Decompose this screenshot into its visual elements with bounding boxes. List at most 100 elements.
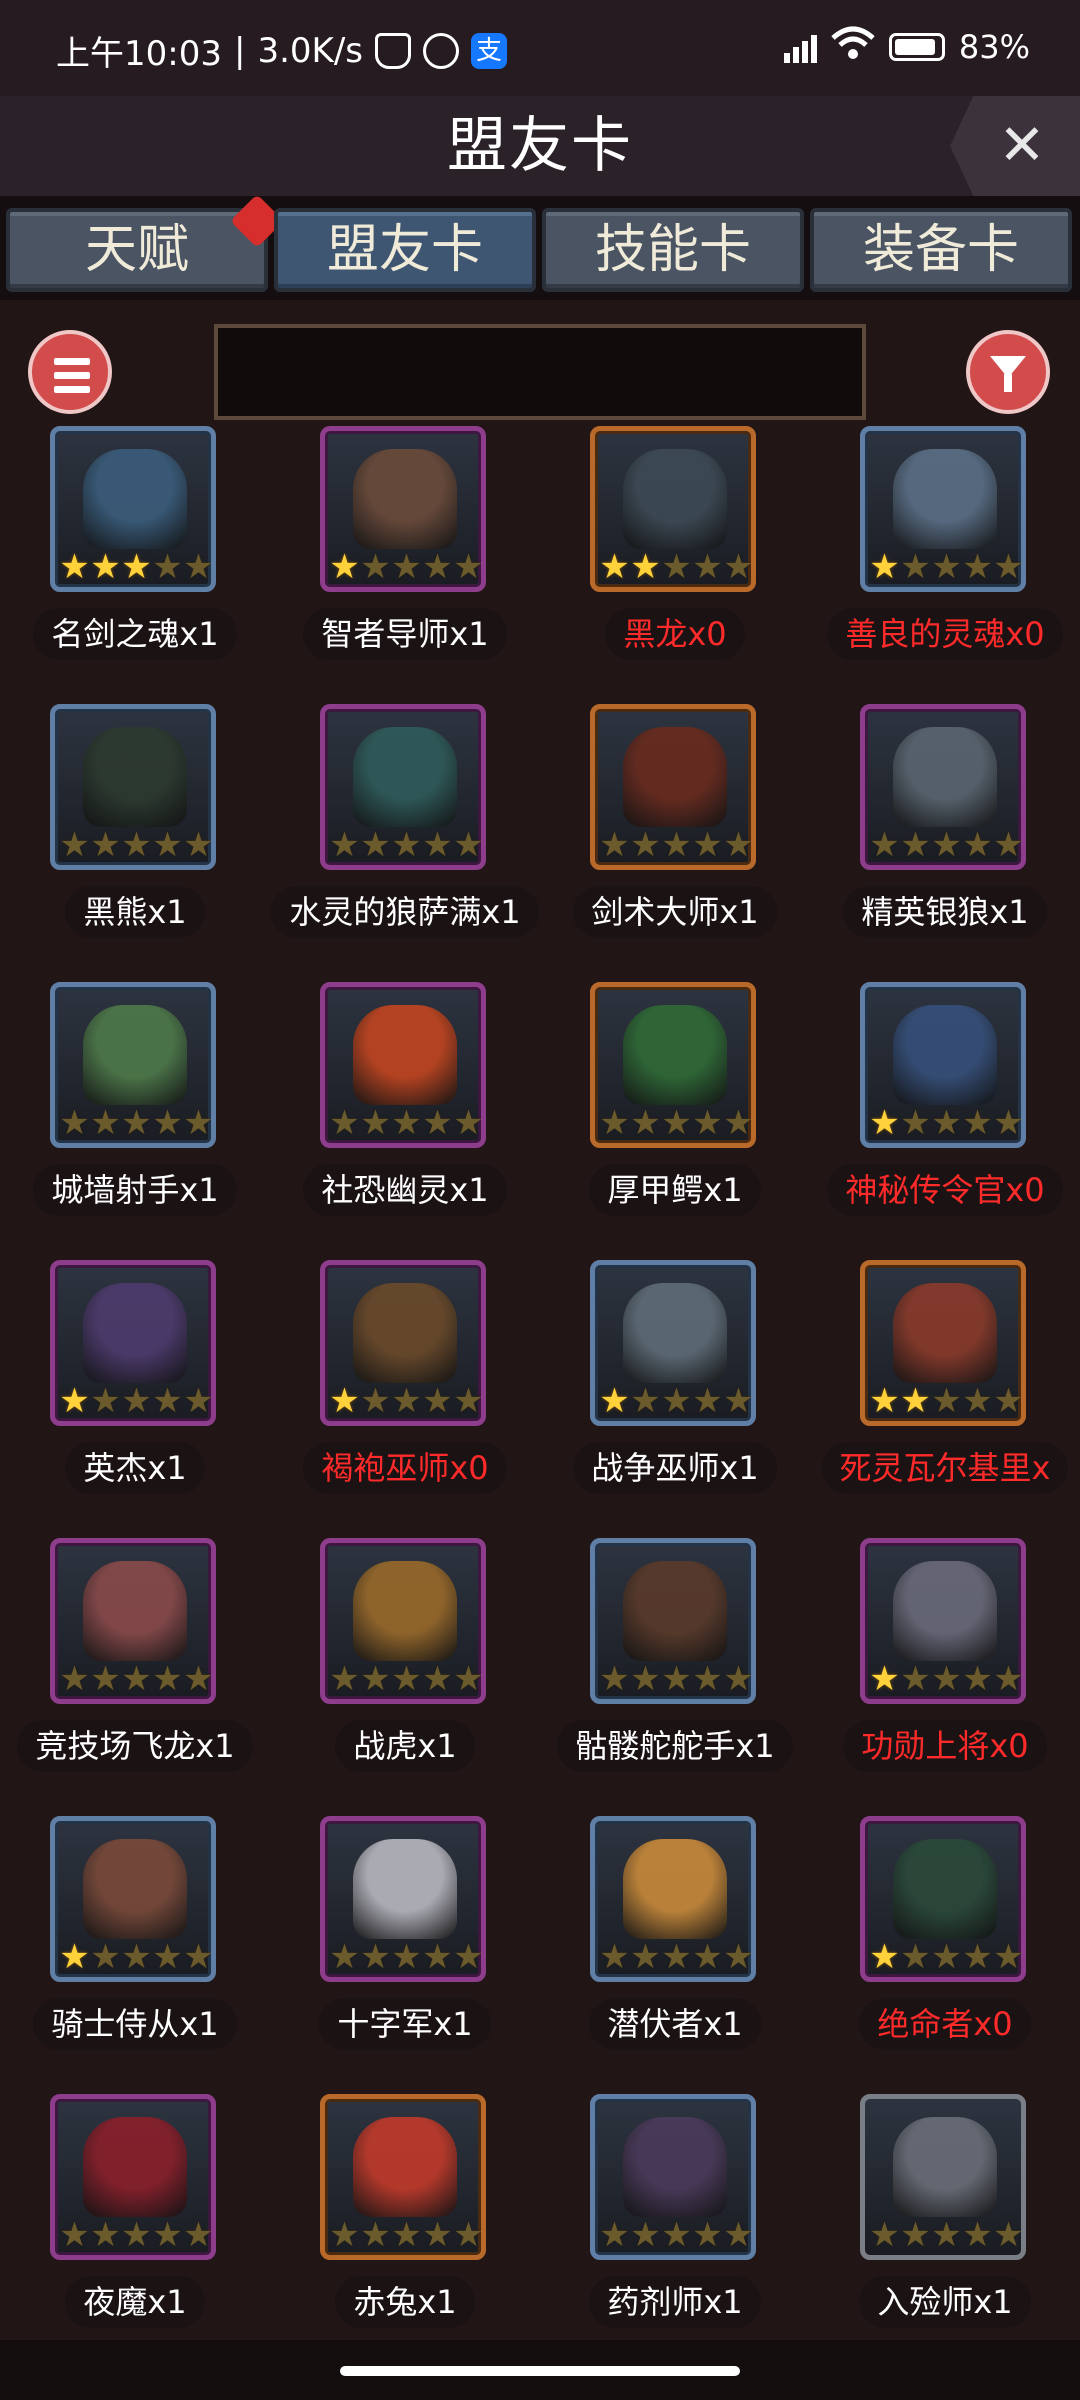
card-portrait: ★ ★ ★ ★ ★ <box>590 1538 756 1704</box>
ally-card[interactable]: ★ ★ ★ ★ ★ 骷髅舵舵手x1 <box>540 1532 810 1802</box>
star-icon: ★ <box>391 1937 422 1977</box>
star-icon: ★ <box>661 1103 692 1143</box>
star-icon: ★ <box>962 1659 993 1699</box>
search-input[interactable] <box>214 324 866 420</box>
tab-ally-cards[interactable]: 盟友卡 <box>274 208 536 292</box>
star-icon: ★ <box>661 1381 692 1421</box>
star-icon: ★ <box>900 1659 931 1699</box>
ally-card[interactable]: ★ ★ ★ ★ ★ 神秘传令官x0 <box>810 976 1080 1246</box>
ally-card[interactable]: ★ ★ ★ ★ ★ 战争巫师x1 <box>540 1254 810 1524</box>
card-label: 死灵瓦尔基里x <box>810 1442 1080 1494</box>
close-button[interactable]: ✕ <box>950 96 1080 196</box>
star-icon: ★ <box>183 1381 214 1421</box>
tab-talent[interactable]: 天赋 <box>6 194 284 292</box>
star-icon: ★ <box>869 1381 900 1421</box>
star-icon: ★ <box>90 825 121 865</box>
ally-card[interactable]: ★ ★ ★ ★ ★ 潜伏者x1 <box>540 1810 810 2080</box>
ally-card[interactable]: ★ ★ ★ ★ ★ 入殓师x1 <box>810 2088 1080 2340</box>
star-icon: ★ <box>152 547 183 587</box>
card-name: 入殓师x1 <box>859 2276 1031 2328</box>
ally-card[interactable]: ★ ★ ★ ★ ★ 英杰x1 <box>0 1254 270 1524</box>
ally-card[interactable]: ★ ★ ★ ★ ★ 绝命者x0 <box>810 1810 1080 2080</box>
card-portrait: ★ ★ ★ ★ ★ <box>320 1260 486 1426</box>
star-icon: ★ <box>360 547 391 587</box>
character-art <box>83 449 187 549</box>
ally-card[interactable]: ★ ★ ★ ★ ★ 赤兔x1 <box>270 2088 540 2340</box>
battery-icon <box>888 33 945 61</box>
star-icon: ★ <box>59 1381 90 1421</box>
card-name: 水灵的狼萨满x1 <box>271 886 539 938</box>
card-name: 厚甲鳄x1 <box>589 1164 761 1216</box>
star-icon: ★ <box>422 1659 453 1699</box>
star-icon: ★ <box>931 547 962 587</box>
ally-card[interactable]: ★ ★ ★ ★ ★ 厚甲鳄x1 <box>540 976 810 1246</box>
card-label: 名剑之魂x1 <box>0 608 270 660</box>
star-icon: ★ <box>121 2215 152 2255</box>
tab-equipment-cards[interactable]: 装备卡 <box>810 208 1072 292</box>
list-menu-button[interactable] <box>28 330 112 414</box>
star-rating: ★ ★ ★ ★ ★ <box>599 547 751 587</box>
card-label: 社恐幽灵x1 <box>270 1164 540 1216</box>
card-name: 黑龙x0 <box>605 608 745 660</box>
card-portrait: ★ ★ ★ ★ ★ <box>320 426 486 592</box>
star-icon: ★ <box>59 825 90 865</box>
star-icon: ★ <box>692 1937 723 1977</box>
character-art <box>83 727 187 827</box>
status-time: 上午10:03 <box>56 34 222 74</box>
card-label: 战虎x1 <box>270 1720 540 1772</box>
wifi-icon <box>831 26 875 68</box>
star-icon: ★ <box>329 547 360 587</box>
star-icon: ★ <box>360 2215 391 2255</box>
card-label: 骑士侍从x1 <box>0 1998 270 2050</box>
star-icon: ★ <box>391 1381 422 1421</box>
ally-card[interactable]: ★ ★ ★ ★ ★ 战虎x1 <box>270 1532 540 1802</box>
star-icon: ★ <box>599 1659 630 1699</box>
tab-label: 盟友卡 <box>326 220 483 280</box>
star-icon: ★ <box>630 547 661 587</box>
ally-card[interactable]: ★ ★ ★ ★ ★ 水灵的狼萨满x1 <box>270 698 540 968</box>
star-icon: ★ <box>121 1937 152 1977</box>
ally-card[interactable]: ★ ★ ★ ★ ★ 剑术大师x1 <box>540 698 810 968</box>
ally-card[interactable]: ★ ★ ★ ★ ★ 精英银狼x1 <box>810 698 1080 968</box>
star-icon: ★ <box>90 2215 121 2255</box>
ally-card[interactable]: ★ ★ ★ ★ ★ 死灵瓦尔基里x <box>810 1254 1080 1524</box>
ally-card[interactable]: ★ ★ ★ ★ ★ 黑熊x1 <box>0 698 270 968</box>
ally-card[interactable]: ★ ★ ★ ★ ★ 夜魔x1 <box>0 2088 270 2340</box>
star-icon: ★ <box>993 1381 1024 1421</box>
star-icon: ★ <box>723 825 754 865</box>
ally-card[interactable]: ★ ★ ★ ★ ★ 社恐幽灵x1 <box>270 976 540 1246</box>
home-indicator[interactable] <box>340 2366 740 2376</box>
star-icon: ★ <box>453 547 484 587</box>
ally-card[interactable]: ★ ★ ★ ★ ★ 名剑之魂x1 <box>0 420 270 690</box>
star-icon: ★ <box>422 1937 453 1977</box>
star-icon: ★ <box>723 1103 754 1143</box>
close-icon: ✕ <box>998 113 1046 178</box>
ally-card[interactable]: ★ ★ ★ ★ ★ 竞技场飞龙x1 <box>0 1532 270 1802</box>
filter-button[interactable] <box>966 330 1050 414</box>
card-portrait: ★ ★ ★ ★ ★ <box>320 704 486 870</box>
ally-card[interactable]: ★ ★ ★ ★ ★ 功勋上将x0 <box>810 1532 1080 1802</box>
ally-card[interactable]: ★ ★ ★ ★ ★ 智者导师x1 <box>270 420 540 690</box>
card-portrait: ★ ★ ★ ★ ★ <box>590 982 756 1148</box>
ally-card[interactable]: ★ ★ ★ ★ ★ 十字军x1 <box>270 1810 540 2080</box>
character-art <box>893 2117 997 2217</box>
star-icon: ★ <box>121 1103 152 1143</box>
ally-card[interactable]: ★ ★ ★ ★ ★ 善良的灵魂x0 <box>810 420 1080 690</box>
ally-card[interactable]: ★ ★ ★ ★ ★ 褐袍巫师x0 <box>270 1254 540 1524</box>
star-icon: ★ <box>900 547 931 587</box>
tab-label: 技能卡 <box>594 220 751 280</box>
tab-skill-cards[interactable]: 技能卡 <box>542 208 804 292</box>
card-portrait: ★ ★ ★ ★ ★ <box>590 2094 756 2260</box>
star-icon: ★ <box>692 547 723 587</box>
card-label: 骷髅舵舵手x1 <box>540 1720 810 1772</box>
card-label: 入殓师x1 <box>810 2276 1080 2328</box>
card-portrait: ★ ★ ★ ★ ★ <box>50 704 216 870</box>
star-icon: ★ <box>993 2215 1024 2255</box>
ally-card[interactable]: ★ ★ ★ ★ ★ 城墙射手x1 <box>0 976 270 1246</box>
ally-card[interactable]: ★ ★ ★ ★ ★ 药剂师x1 <box>540 2088 810 2340</box>
ally-card[interactable]: ★ ★ ★ ★ ★ 骑士侍从x1 <box>0 1810 270 2080</box>
star-rating: ★ ★ ★ ★ ★ <box>59 1662 211 1696</box>
card-label: 善良的灵魂x0 <box>810 608 1080 660</box>
ally-card[interactable]: ★ ★ ★ ★ ★ 黑龙x0 <box>540 420 810 690</box>
character-art <box>353 449 457 549</box>
